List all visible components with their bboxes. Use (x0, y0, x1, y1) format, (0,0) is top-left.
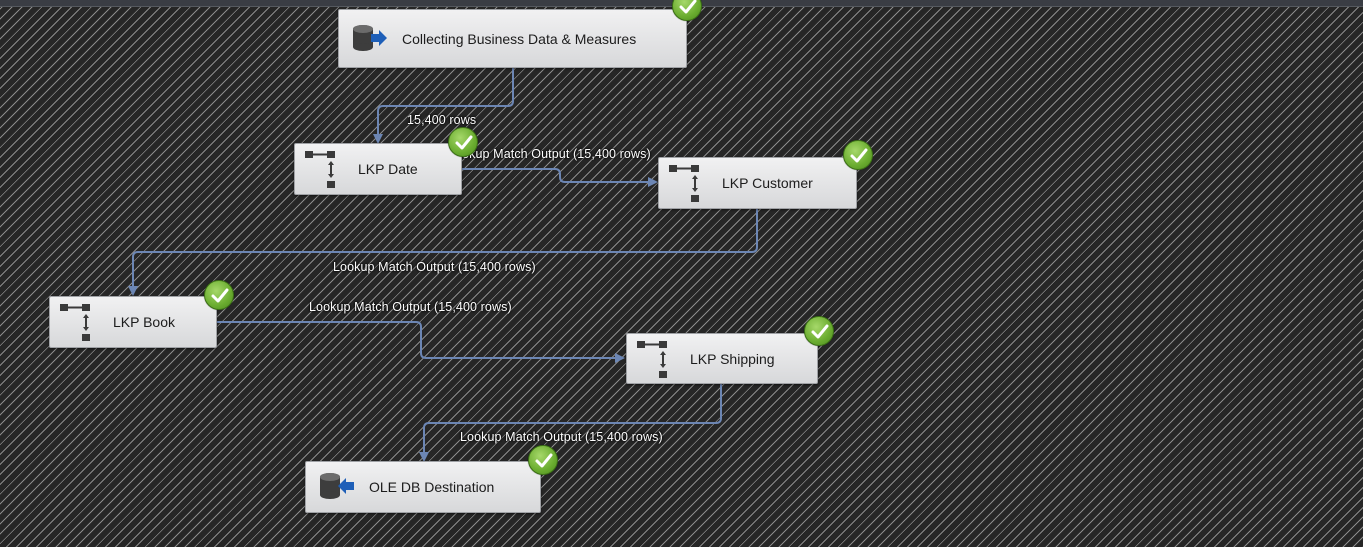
success-check-icon (843, 140, 873, 170)
ole-db-destination-task[interactable]: OLE DB Destination (305, 461, 541, 513)
ole-db-destination-label: OLE DB Destination (369, 479, 495, 495)
lkp-customer-label: LKP Customer (722, 175, 813, 191)
success-check-icon (204, 280, 234, 310)
success-check-icon (804, 316, 834, 346)
ole-db-source-icon (347, 17, 391, 61)
lkp-shipping-task[interactable]: LKP Shipping (626, 333, 818, 384)
lookup-icon (303, 147, 347, 191)
ole-db-destination-icon (314, 465, 358, 509)
success-check-icon (528, 445, 558, 475)
lookup-icon (667, 161, 711, 205)
lookup-icon (58, 300, 102, 344)
lkp-book-task[interactable]: LKP Book (49, 296, 217, 348)
path-date-to-customer[interactable] (462, 168, 658, 187)
path-source-to-date[interactable] (373, 68, 514, 144)
lkp-date-task[interactable]: LKP Date (294, 143, 462, 195)
lkp-date-label: LKP Date (358, 161, 418, 177)
source-task[interactable]: Collecting Business Data & Measures (338, 9, 687, 68)
flow-label-source-to-date: 15,400 rows (407, 113, 477, 127)
success-check-icon (672, 0, 702, 21)
source-task-label: Collecting Business Data & Measures (402, 30, 637, 47)
lkp-shipping-label: LKP Shipping (690, 350, 775, 367)
flow-label-shipping-to-destination: Lookup Match Output (15,400 rows) (460, 430, 663, 444)
flow-label-book-to-shipping: Lookup Match Output (15,400 rows) (309, 300, 512, 314)
success-check-icon (448, 127, 478, 157)
path-shipping-to-destination[interactable] (419, 384, 722, 462)
data-flow-connectors (128, 68, 758, 462)
lkp-book-label: LKP Book (113, 314, 176, 330)
data-flow-canvas[interactable]: 15,400 rows Lookup Match Output (15,400 … (0, 0, 1363, 547)
flow-label-customer-to-book: Lookup Match Output (15,400 rows) (333, 260, 536, 274)
lookup-icon (635, 337, 679, 381)
path-book-to-shipping[interactable] (217, 321, 625, 363)
lkp-customer-task[interactable]: LKP Customer (658, 157, 857, 209)
